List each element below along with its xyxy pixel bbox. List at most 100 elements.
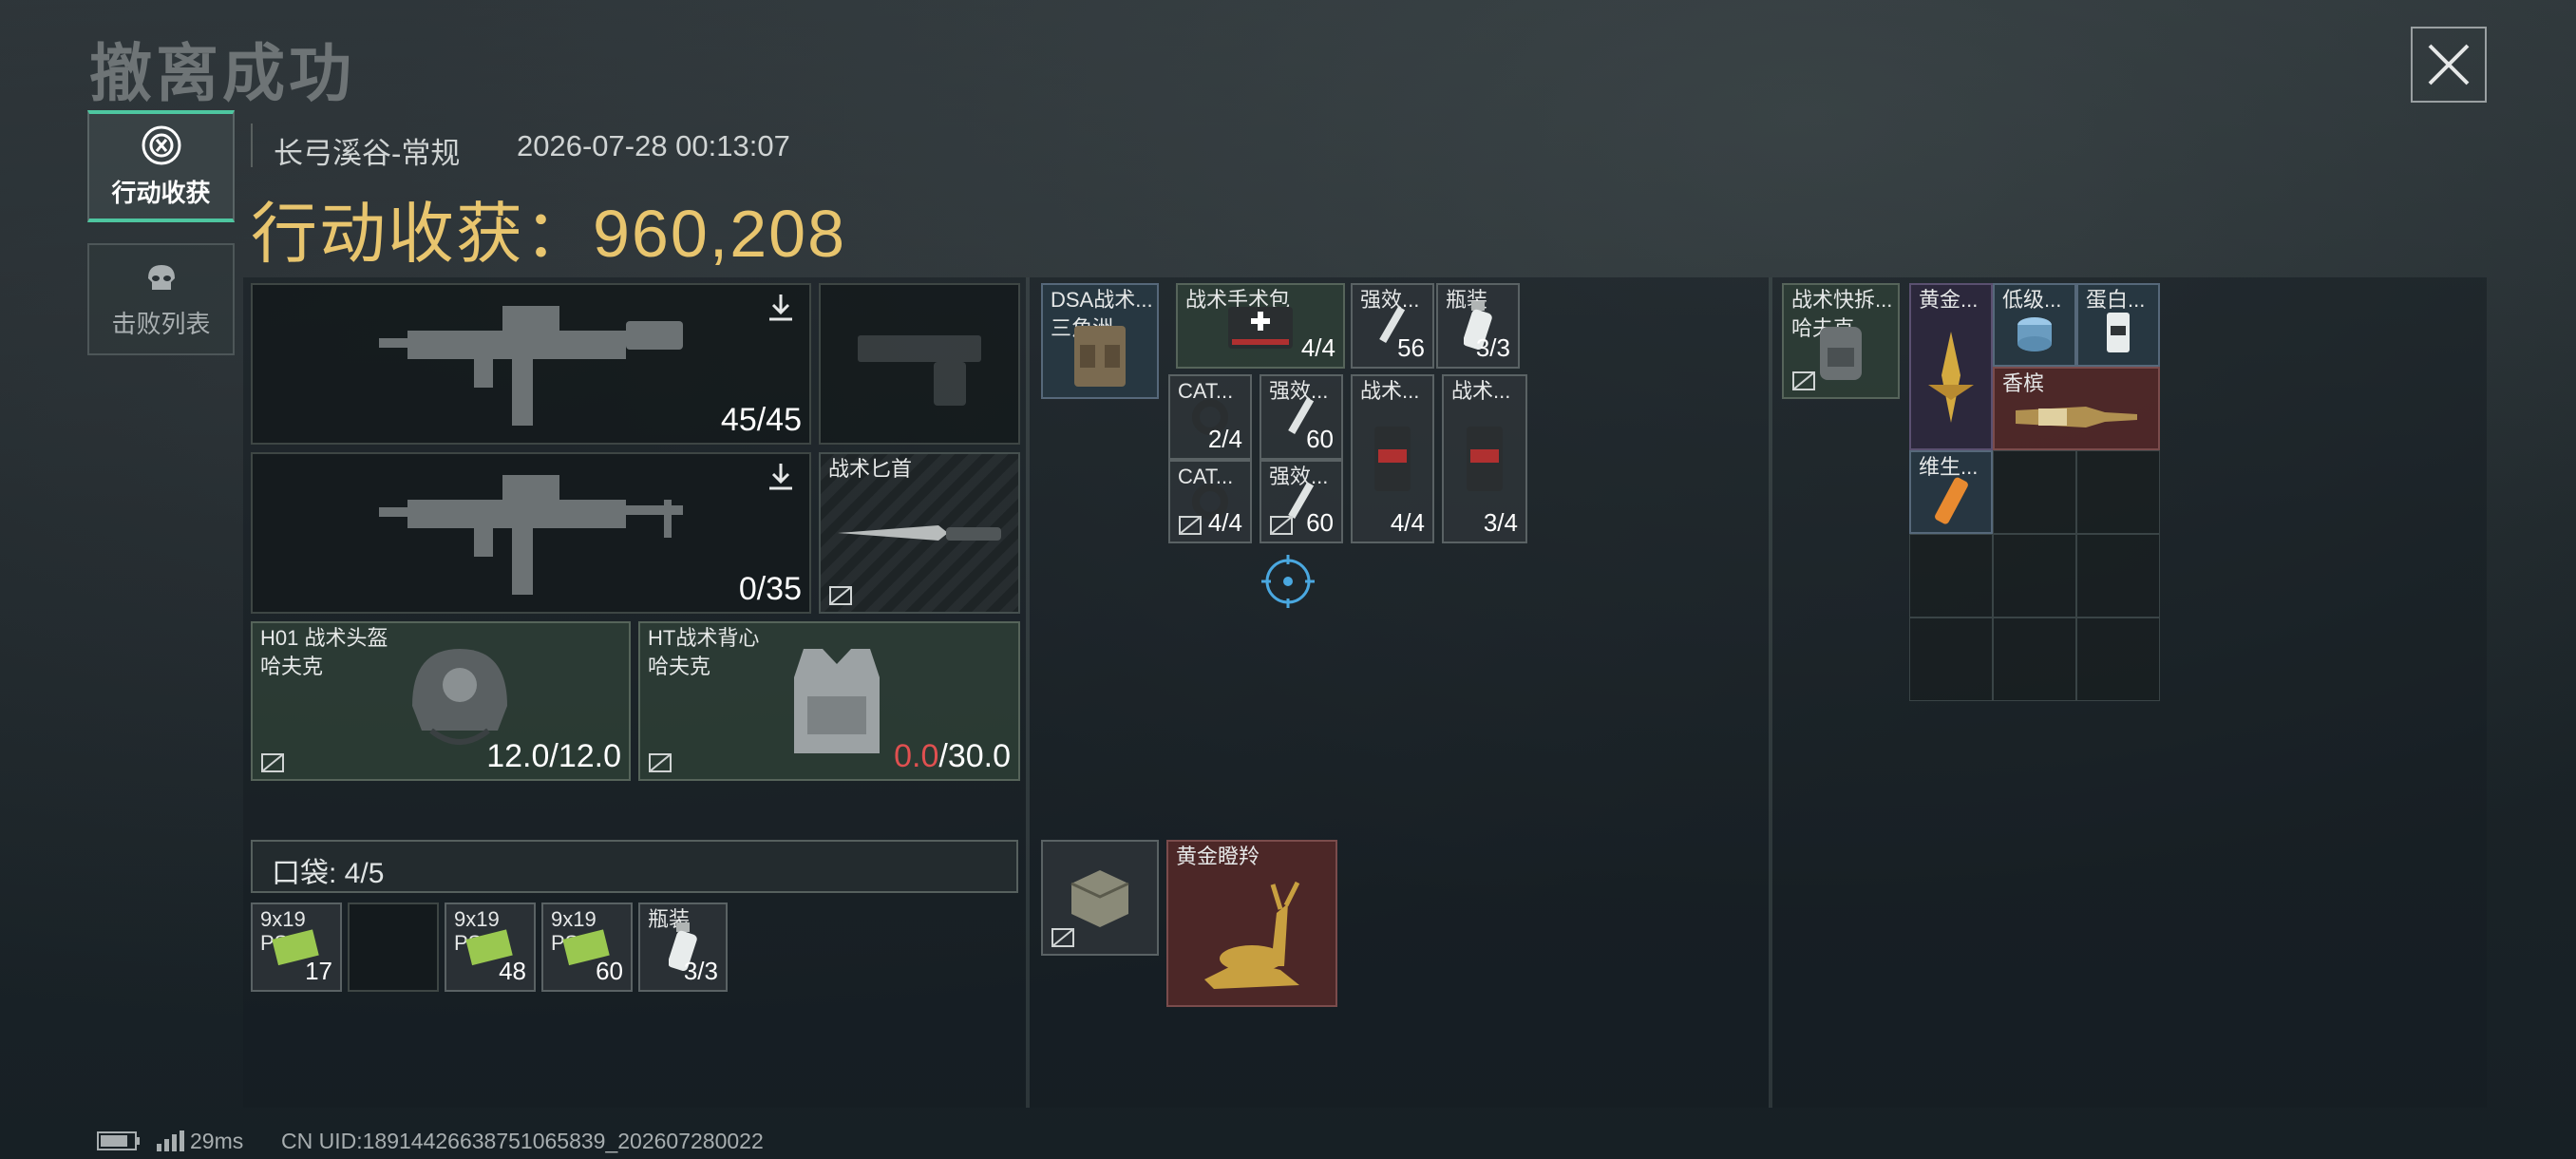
tab-loot-label: 行动收获 [111,178,211,207]
sidearm-slot[interactable] [819,283,1020,445]
knife-icon [838,525,1001,541]
item-count: 60 [596,957,623,985]
rig-item[interactable]: 强效... 60 [1260,374,1343,460]
item-count: 4/4 [1300,333,1335,362]
primary-weapon-slot-1[interactable]: 45/45 [251,283,811,445]
melee-name: 战术匕首 [828,457,913,481]
close-button[interactable] [2411,27,2487,103]
secure-container-slot[interactable] [1041,840,1159,956]
item-label: 战术... [1360,379,1420,403]
not-insured-icon [1051,928,1074,947]
backpack-name: 战术快拆... [1791,288,1893,312]
backpack-item[interactable]: 蛋白... [2076,283,2160,367]
item-count: 60 [1306,425,1334,453]
page-title: 撤离成功 [89,38,355,108]
not-insured-icon [261,753,284,772]
backpack-slot[interactable]: 战术快拆... 哈夫克 [1782,283,1900,399]
armor-durability-current: 0.0 [894,738,939,774]
surgical-kit-icon [1228,307,1293,349]
rig-item[interactable]: 战术... 3/4 [1442,374,1527,543]
armor-brand: 哈夫克 [648,655,711,678]
rig-item[interactable]: 强效... 56 [1351,283,1434,369]
item-label: 低级... [2002,288,2062,312]
helmet-brand: 哈夫克 [260,655,324,678]
tab-loot[interactable]: 行动收获 [87,110,235,222]
rig-item[interactable]: CAT... 2/4 [1168,374,1252,460]
helmet-slot[interactable]: H01 战术头盔 哈夫克 12.0/12.0 [251,621,631,781]
item-label: 黄金... [1919,288,1979,312]
chest-rig-slot[interactable]: DSA战术... 三角洲 [1041,283,1159,399]
grid-slot[interactable] [1993,534,2076,618]
uid-text: CN UID:18914426638751065839_202607280022 [281,1129,764,1153]
item-count: 17 [305,957,332,985]
not-insured-icon [1179,516,1202,535]
loot-label: 行动收获： [251,197,593,271]
item-count: 60 [1306,508,1334,537]
rig-item[interactable]: 瓶装 3/3 [1436,283,1520,369]
pocket-item[interactable]: 瓶装 3/3 [638,902,728,992]
ammo-count: 0/35 [738,571,802,607]
rig-item[interactable]: CAT... 4/4 [1168,460,1252,543]
primary-weapon-slot-2[interactable]: 0/35 [251,452,811,614]
ammo-count: 45/45 [720,402,802,438]
pocket-item[interactable]: 9x19 PSO 60 [541,902,633,992]
golden-gazelle-icon [1204,881,1300,989]
smg-icon [379,306,683,426]
item-count: 3/3 [683,957,718,985]
melee-slot[interactable]: 战术匕首 [819,452,1020,614]
rig-item[interactable]: 强效... 60 [1260,460,1343,543]
loot-value: 960,208 [593,197,847,271]
map-name: 长弓溪谷-常规 [274,137,461,170]
armor-slot[interactable]: HT战术背心 哈夫克 0.0/30.0 [638,621,1020,781]
smg-icon [379,475,683,595]
not-insured-icon [829,586,852,605]
backpack-item[interactable]: 黄金... [1909,283,1993,450]
tab-kills[interactable]: 击败列表 [87,243,235,355]
item-count: 3/3 [1475,333,1510,362]
backpack-item[interactable]: 维生... [1909,450,1993,534]
grid-slot[interactable] [1993,450,2076,534]
canister-icon [2017,317,2052,352]
item-count: 48 [499,957,526,985]
item-count: 4/4 [1207,508,1242,537]
medkit-pouch-icon [1467,427,1503,491]
tab-kills-label: 击败列表 [111,309,211,338]
vitamin-tube-icon [1935,477,1968,524]
download-icon[interactable] [766,462,796,492]
armor-durability: 0.0/30.0 [894,738,1011,775]
grid-slot[interactable] [2076,450,2160,534]
backpack-icon [1820,326,1862,380]
backpack-item[interactable]: 香槟 [1993,367,2160,450]
grid-slot[interactable] [1909,618,1993,701]
grid-slot[interactable] [2076,618,2160,701]
armor-durability-max: /30.0 [938,738,1011,774]
grid-slot[interactable] [2076,534,2160,618]
item-count: 3/4 [1483,508,1518,537]
pocket-empty-slot[interactable] [348,902,439,992]
ping-text: 29ms [190,1129,244,1153]
item-count: 4/4 [1390,508,1425,537]
grid-slot[interactable] [1909,534,1993,618]
medkit-pouch-icon [1374,427,1411,491]
battery-icon [97,1131,140,1150]
helmet-durability: 12.0/12.0 [486,738,621,774]
pocket-item[interactable]: 9x19 PSO 17 [251,902,342,992]
not-insured-icon [1270,516,1293,535]
pocket-item[interactable]: 9x19 PSO 48 [445,902,536,992]
secure-item[interactable]: 黄金瞪羚 [1166,840,1337,1007]
download-icon[interactable] [766,293,796,323]
helmet-name: H01 战术头盔 [260,626,388,650]
safe-box-icon [1070,870,1129,927]
golden-emblem-icon [1928,331,1974,423]
not-insured-icon [1792,371,1815,390]
skull-icon [147,264,175,290]
header-divider [251,124,253,167]
rig-item[interactable]: 战术... 4/4 [1351,374,1434,543]
pistol-icon [858,335,981,406]
pocket-header: 口袋: 4/5 [251,840,1018,893]
chest-rig-icon [1074,326,1126,388]
backpack-item[interactable]: 低级... [1993,283,2076,367]
grid-slot[interactable] [1993,618,2076,701]
match-datetime: 2026-07-28 00:13:07 [517,129,790,162]
rig-item[interactable]: 战术手术包 4/4 [1176,283,1345,369]
